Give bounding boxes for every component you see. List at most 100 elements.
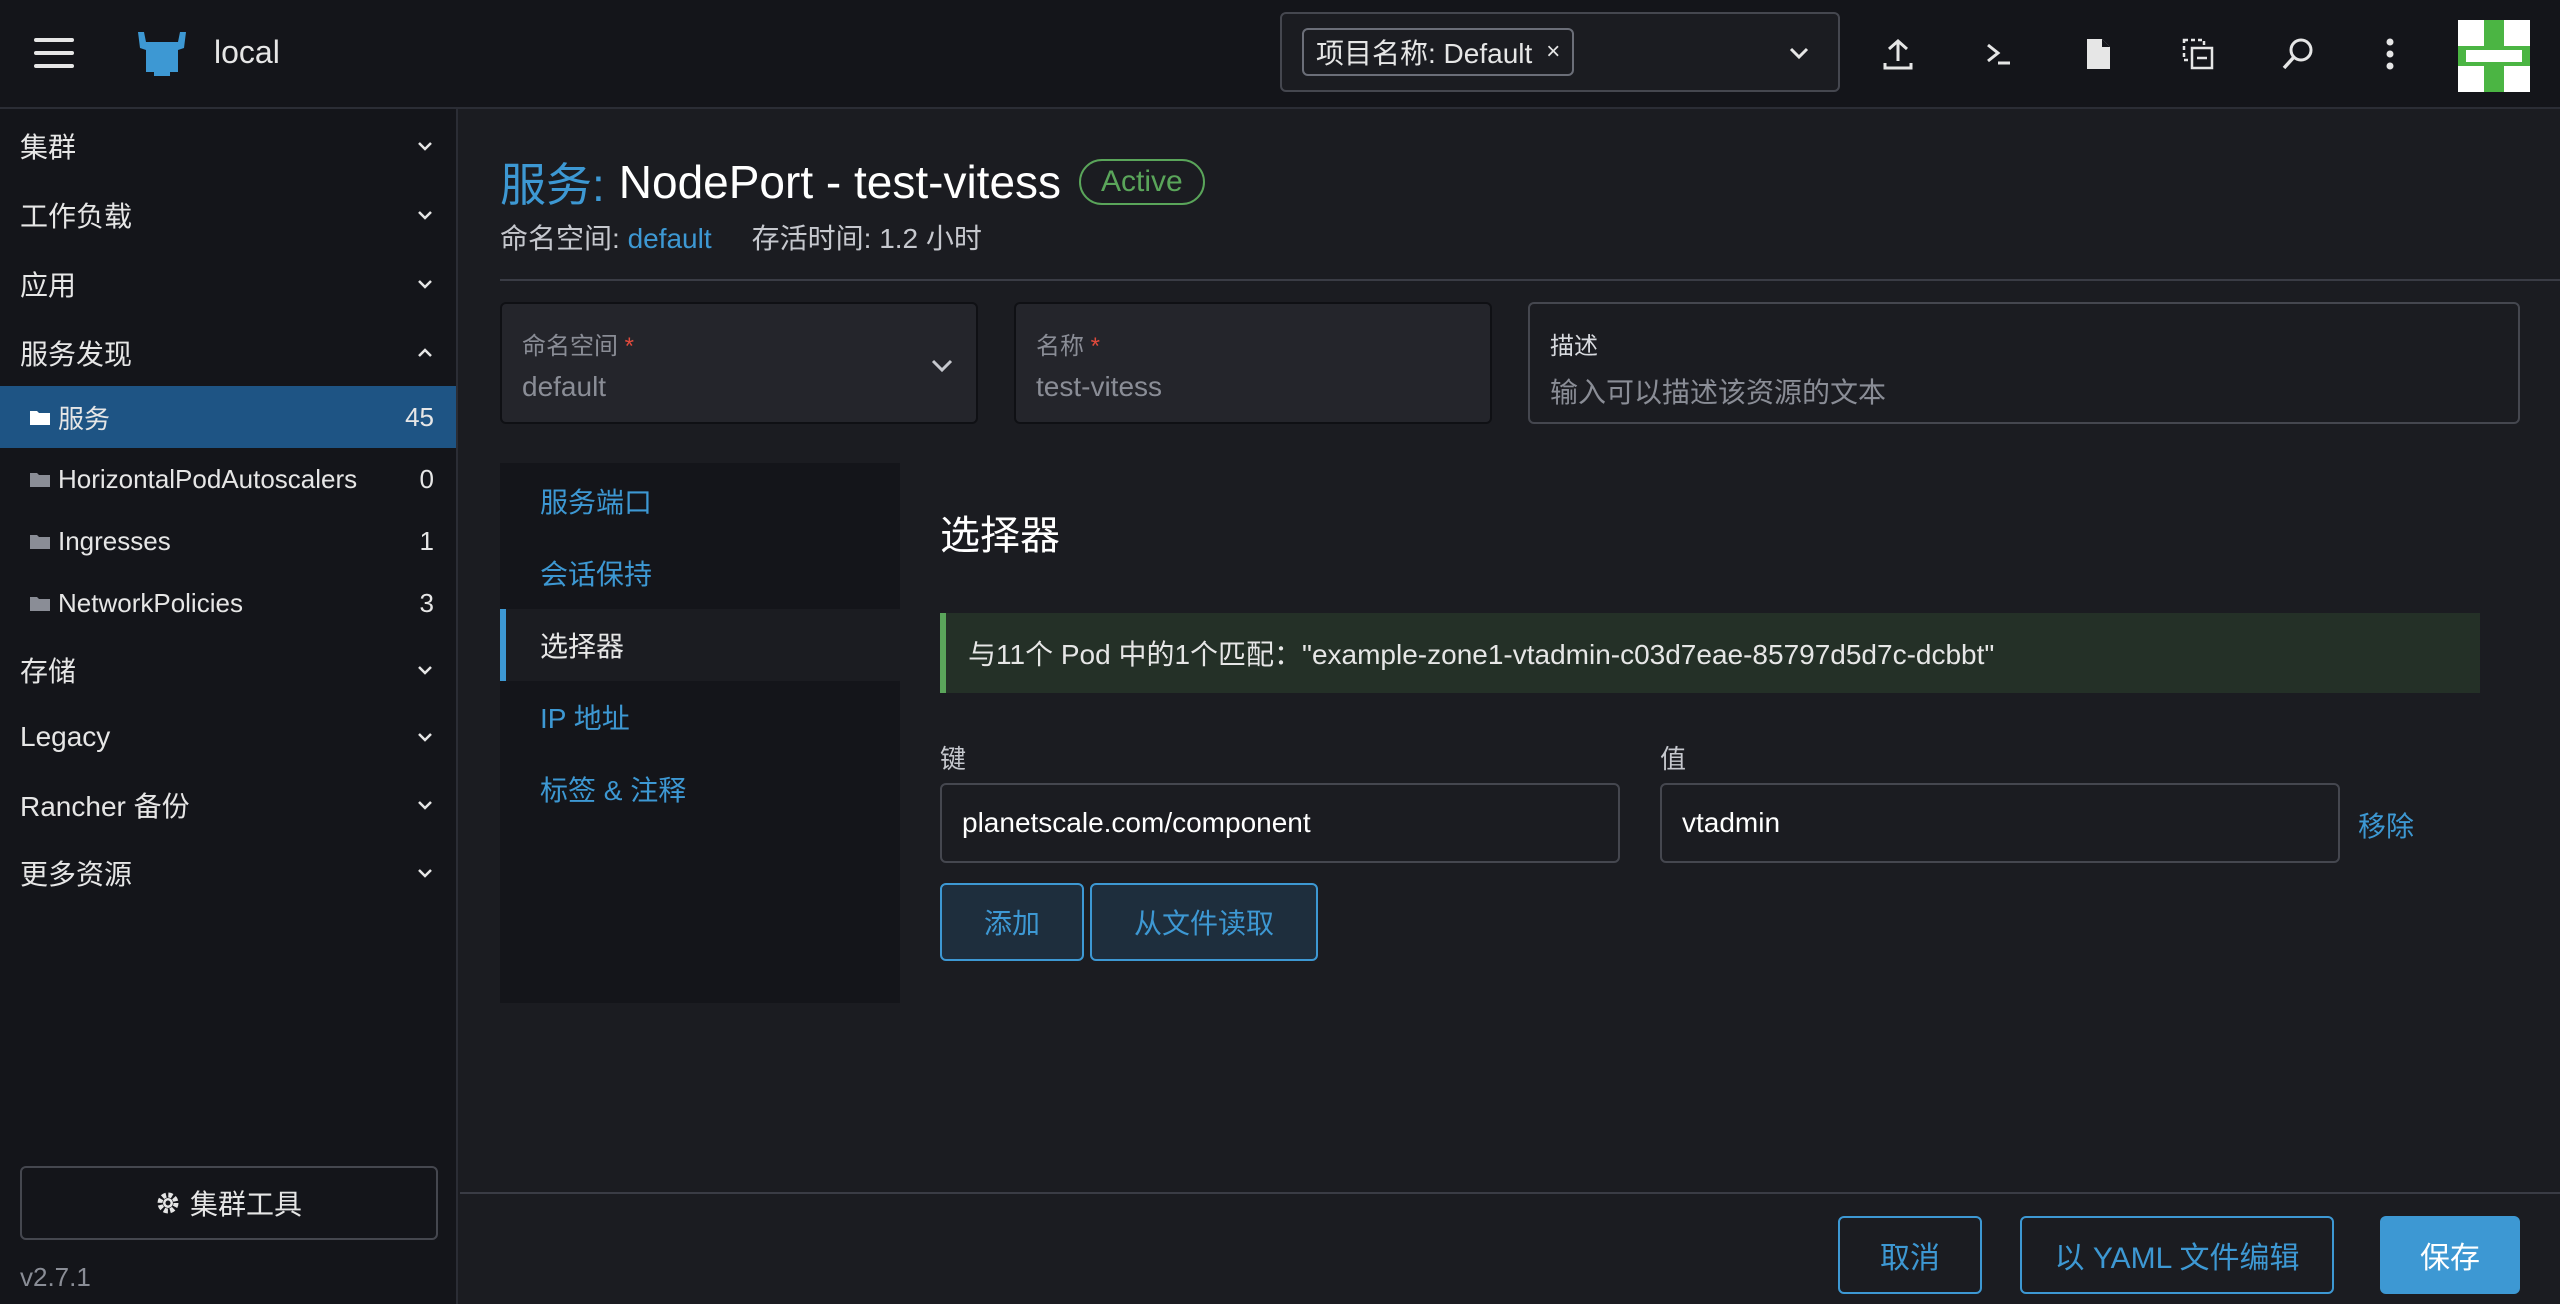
nav-group-label: Rancher 备份 (20, 791, 190, 822)
side-tabs: 服务端口 会话保持 选择器 IP 地址 标签 & 注释 (500, 463, 900, 1003)
namespace-link[interactable]: default (628, 223, 712, 254)
namespace-chip: 项目名称: Default × (1302, 28, 1575, 76)
match-banner: 与11个 Pod 中的1个匹配："example-zone1-vtadmin-c… (940, 613, 2480, 693)
menu-icon[interactable] (34, 38, 74, 68)
chevron-down-icon (418, 733, 432, 742)
chevron-up-icon (418, 348, 432, 357)
sidebar-item-count: 1 (419, 525, 434, 556)
name-value: test-vitess (1036, 371, 1163, 402)
age-meta: 存活时间: 1.2 小时 (751, 223, 982, 254)
description-placeholder: 输入可以描述该资源的文本 (1550, 377, 1887, 408)
more-vertical-icon[interactable] (2370, 34, 2410, 74)
nav-group-cluster[interactable]: 集群 (0, 115, 456, 177)
chevron-down-icon (418, 211, 432, 220)
status-badge: Active (1079, 159, 1205, 205)
namespace-meta: 命名空间: default (500, 217, 712, 257)
nav-group-label: 集群 (20, 132, 77, 163)
nav-group-workload[interactable]: 工作负载 (0, 184, 456, 246)
nav-group-apps[interactable]: 应用 (0, 253, 456, 315)
chevron-down-icon (418, 666, 432, 675)
nav-group-legacy[interactable]: Legacy (0, 706, 456, 768)
page-title: 服务: NodePort - test-vitess Active (500, 149, 1205, 215)
tab-session-affinity[interactable]: 会话保持 (500, 537, 900, 609)
cancel-button[interactable]: 取消 (1838, 1216, 1982, 1294)
sidebar-item-hpa[interactable]: HorizontalPodAutoscalers 0 (0, 448, 456, 510)
nav-group-more-resources[interactable]: 更多资源 (0, 842, 456, 904)
description-field[interactable]: 描述 输入可以描述该资源的文本 (1528, 302, 2520, 424)
rancher-logo-icon[interactable] (134, 28, 190, 80)
nav-group-service-discovery[interactable]: 服务发现 (0, 322, 456, 384)
tab-service-ports[interactable]: 服务端口 (500, 465, 900, 537)
divider (500, 279, 2560, 281)
selector-key-input[interactable]: planetscale.com/component (940, 783, 1620, 863)
nav-group-label: Legacy (20, 721, 111, 752)
nav-group-label: 应用 (20, 270, 77, 301)
copy-icon[interactable] (2178, 34, 2218, 74)
nav-group-label: 存储 (20, 656, 77, 687)
save-button[interactable]: 保存 (2380, 1216, 2520, 1294)
name-field-label: 名称 * (1036, 326, 1470, 361)
namespace-meta-label: 命名空间: (500, 223, 620, 254)
sidebar-item-networkpolicies[interactable]: NetworkPolicies 3 (0, 572, 456, 634)
remove-button[interactable]: 移除 (2358, 805, 2414, 845)
tab-ip-addresses[interactable]: IP 地址 (500, 681, 900, 753)
sidebar-item-count: 0 (419, 463, 434, 494)
namespace-label-text: 命名空间 (522, 333, 618, 360)
top-bar: local 项目名称: Default × (0, 0, 2560, 109)
cluster-tools-button[interactable]: 集群工具 (20, 1166, 438, 1240)
nav-group-rancher-backup[interactable]: Rancher 备份 (0, 774, 456, 836)
chevron-down-icon[interactable] (1786, 40, 1812, 66)
sidebar-item-ingresses[interactable]: Ingresses 1 (0, 510, 456, 572)
sidebar: 集群 工作负载 应用 服务发现 服务 45 HorizontalPodAutos… (0, 109, 458, 1304)
user-avatar[interactable] (2458, 20, 2530, 92)
nav-group-label: 工作负载 (20, 201, 133, 232)
add-button[interactable]: 添加 (940, 883, 1084, 961)
nav-group-label: 服务发现 (20, 339, 133, 370)
gear-icon (157, 1192, 179, 1214)
selector-value-input[interactable]: vtadmin (1660, 783, 2340, 863)
chip-remove-icon[interactable]: × (1546, 38, 1560, 66)
sidebar-item-count: 3 (419, 587, 434, 618)
sidebar-item-label: Ingresses (58, 525, 171, 556)
read-from-file-button[interactable]: 从文件读取 (1090, 883, 1318, 961)
name-label-text: 名称 (1036, 333, 1084, 360)
footer-bar: 取消 以 YAML 文件编辑 保存 (460, 1192, 2560, 1304)
resource-type-link[interactable]: 服务: (500, 149, 605, 215)
sidebar-item-label: HorizontalPodAutoscalers (58, 463, 358, 494)
terminal-icon[interactable] (1978, 34, 2018, 74)
cluster-tools-label: 集群工具 (189, 1189, 302, 1220)
nav-group-storage[interactable]: 存储 (0, 639, 456, 701)
sidebar-item-label: NetworkPolicies (58, 587, 243, 618)
folder-icon (30, 473, 50, 487)
namespace-select[interactable]: 命名空间 * default (500, 302, 978, 424)
chevron-down-icon (418, 801, 432, 810)
required-mark: * (1090, 333, 1101, 360)
tab-labels-annotations[interactable]: 标签 & 注释 (500, 753, 900, 825)
sidebar-item-count: 45 (405, 401, 434, 432)
resource-name: NodePort - test-vitess (618, 156, 1062, 208)
folder-icon (30, 535, 50, 549)
upload-icon[interactable] (1878, 34, 1918, 74)
edit-yaml-button[interactable]: 以 YAML 文件编辑 (2020, 1216, 2334, 1294)
chevron-down-icon (931, 359, 953, 373)
chevron-down-icon (418, 869, 432, 878)
version-label: v2.7.1 (20, 1262, 91, 1292)
main-content: 服务: NodePort - test-vitess Active 命名空间: … (460, 109, 2560, 1304)
namespace-chip-label: 项目名称: Default (1316, 38, 1533, 69)
resource-meta: 命名空间: default 存活时间: 1.2 小时 (500, 217, 982, 257)
chevron-down-icon (418, 280, 432, 289)
tab-selectors[interactable]: 选择器 (500, 609, 900, 681)
sidebar-item-services[interactable]: 服务 45 (0, 386, 456, 448)
required-mark: * (624, 333, 635, 360)
name-field[interactable]: 名称 * test-vitess (1014, 302, 1492, 424)
folder-icon (30, 411, 50, 425)
nav-group-label: 更多资源 (20, 859, 133, 890)
service-config-panel: 服务端口 会话保持 选择器 IP 地址 标签 & 注释 选择器 与11个 Pod… (500, 463, 2520, 1003)
file-icon[interactable] (2078, 34, 2118, 74)
cluster-name[interactable]: local (214, 34, 280, 71)
chevron-down-icon (418, 142, 432, 151)
namespace-filter[interactable]: 项目名称: Default × (1280, 12, 1840, 92)
sidebar-item-label: 服务 (58, 403, 111, 434)
search-icon[interactable] (2278, 34, 2318, 74)
key-column-label: 键 (940, 744, 967, 774)
